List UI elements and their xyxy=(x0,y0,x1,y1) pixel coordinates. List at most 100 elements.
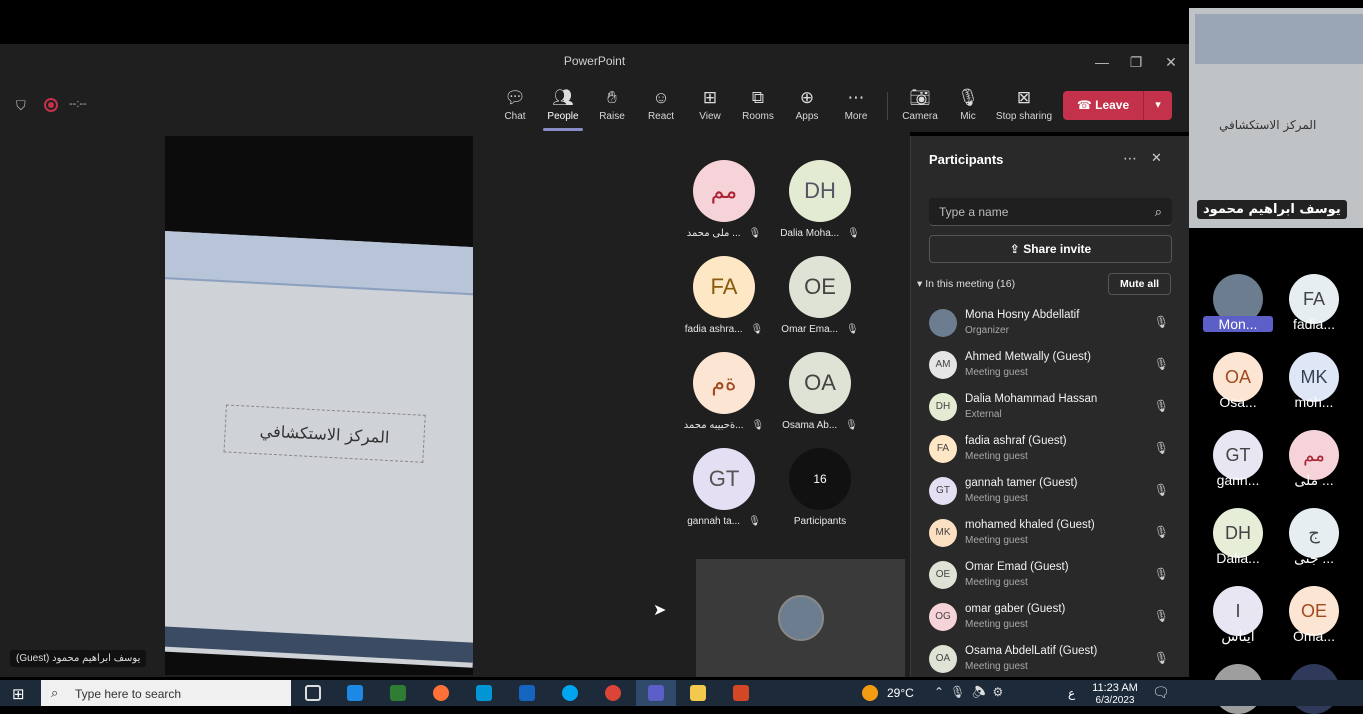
chrome-icon[interactable] xyxy=(605,685,621,701)
participant-tile[interactable]: FA fadia ashra... 🎙︎ xyxy=(676,256,772,335)
mic-off-icon: 🎙︎ xyxy=(1153,609,1169,623)
mic-off-icon: 🎙︎ xyxy=(1153,399,1169,413)
presenter-video: المركز الاستكشافي يوسف ابراهيم محمود xyxy=(1189,8,1363,228)
gallery-tile[interactable]: مم ملى ... xyxy=(1279,430,1349,489)
participant-row[interactable]: DH Dalia Mohammad Hassan External 🎙︎ xyxy=(929,393,1179,435)
windows-taskbar: ⊞ ⌕ Type here to search 29°C ⌃🎙︎🔈︎⚙ ع 11… xyxy=(0,680,1363,706)
mic-button[interactable]: 🎙︎ Mic xyxy=(943,88,993,122)
gallery-tile[interactable]: I ايناس xyxy=(1203,586,1273,645)
gallery-tile[interactable]: OE Oma... xyxy=(1279,586,1349,644)
people-button[interactable]: 👥︎ People xyxy=(538,88,588,131)
more-options-icon[interactable]: ⋯ xyxy=(1123,150,1137,167)
mic-off-icon: 🎙︎ xyxy=(748,516,761,527)
edge-icon[interactable] xyxy=(562,685,578,701)
stop-sharing-button[interactable]: ⊠ Stop sharing xyxy=(994,88,1054,122)
participant-tile[interactable]: مم ملى محمد ... 🎙︎ xyxy=(676,160,772,239)
app-icon[interactable] xyxy=(519,685,535,701)
meeting-section-header[interactable]: ▾ In this meeting (16) xyxy=(917,278,1015,290)
gallery-tile[interactable]: FA fadia... xyxy=(1279,274,1349,332)
more-button[interactable]: ⋯ More xyxy=(831,88,881,122)
window-title-bar: PowerPoint — ❐ ✕ xyxy=(0,44,1189,80)
chat-icon: 💬︎ xyxy=(504,88,526,107)
taskbar-search[interactable]: ⌕ Type here to search xyxy=(41,680,291,706)
search-box[interactable]: Type a name ⌕ xyxy=(929,198,1172,226)
panel-title: Participants xyxy=(929,152,1004,167)
mic-icon: 🎙︎ xyxy=(957,88,979,107)
react-button[interactable]: ☺ React xyxy=(636,88,686,122)
gallery-tile[interactable]: Mon... xyxy=(1203,274,1273,332)
shared-slide: المركز الاستكشافي xyxy=(165,231,473,668)
participant-tile[interactable]: GT gannah ta... 🎙︎ xyxy=(676,448,772,527)
rooms-button[interactable]: ⧉ Rooms xyxy=(733,88,783,122)
participant-row[interactable]: MK mohamed khaled (Guest) Meeting guest 🎙︎ xyxy=(929,519,1179,561)
file-explorer-icon[interactable] xyxy=(690,685,706,701)
participant-tile[interactable]: DH Dalia Moha... 🎙︎ xyxy=(772,160,868,239)
close-window-icon[interactable]: ✕ xyxy=(1161,52,1181,72)
toolbar-divider xyxy=(887,92,888,120)
self-view-tile xyxy=(696,559,905,677)
powerpoint-icon[interactable] xyxy=(733,685,749,701)
participant-row[interactable]: OG omar gaber (Guest) Meeting guest 🎙︎ xyxy=(929,603,1179,645)
participant-tile[interactable]: OA Osama Ab... 🎙︎ xyxy=(772,352,868,431)
participant-row[interactable]: AM Ahmed Metwally (Guest) Meeting guest 🎙︎ xyxy=(929,351,1179,393)
camera-off-icon: 📷︎ xyxy=(909,88,931,107)
search-placeholder: Type a name xyxy=(939,205,1009,219)
share-invite-button[interactable]: ⇪ Share invite xyxy=(929,235,1172,263)
participant-tile[interactable]: OE Omar Ema... 🎙︎ xyxy=(772,256,868,335)
leave-label: Leave xyxy=(1095,98,1130,112)
mic-off-icon: 🎙︎ xyxy=(1153,357,1169,371)
participant-row[interactable]: Mona Hosny Abdellatif Organizer 🎙︎ xyxy=(929,309,1179,351)
mic-off-icon: 🎙︎ xyxy=(845,420,858,431)
participant-row[interactable]: FA fadia ashraf (Guest) Meeting guest 🎙︎ xyxy=(929,435,1179,477)
participant-row[interactable]: GT gannah tamer (Guest) Meeting guest 🎙︎ xyxy=(929,477,1179,519)
windows-start-icon[interactable]: ⊞ xyxy=(12,685,25,703)
mouse-cursor-icon: ➤ xyxy=(653,602,667,619)
chevron-down-icon[interactable]: ▾ xyxy=(1143,91,1172,120)
mic-off-icon: 🎙︎ xyxy=(1153,441,1169,455)
gallery-tile[interactable]: DH Dalia... xyxy=(1203,508,1273,566)
gallery-tile[interactable]: GT gann... xyxy=(1203,430,1273,488)
mic-off-icon: 🎙︎ xyxy=(748,228,762,239)
people-icon: 👥︎ xyxy=(552,88,574,107)
clock[interactable]: 11:23 AM 6/3/2023 xyxy=(1092,682,1138,706)
window-title: PowerPoint xyxy=(563,54,626,68)
notification-icon[interactable]: 🗨︎ xyxy=(1152,684,1170,701)
language-indicator[interactable]: ع xyxy=(1068,686,1075,700)
chevron-down-icon: ▾ xyxy=(917,278,923,290)
presenter-label: (Guest) يوسف ابراهيم محمود xyxy=(10,650,147,667)
camera-button[interactable]: 📷︎ Camera xyxy=(895,88,945,122)
search-icon: ⌕ xyxy=(51,685,59,700)
excel-icon[interactable] xyxy=(390,685,406,701)
leave-button[interactable]: ☎ Leave ▾ xyxy=(1063,91,1172,120)
avatar: FA xyxy=(929,435,957,463)
teams-taskbar-item[interactable] xyxy=(636,680,676,706)
participant-tile[interactable]: ةم ةحبيبه محمد... 🎙︎ xyxy=(676,352,772,431)
participants-overflow-tile[interactable]: 16 Participants xyxy=(772,448,868,527)
mic-off-icon: 🎙︎ xyxy=(845,324,859,335)
app-icon[interactable] xyxy=(347,685,363,701)
meeting-timer: --:-- xyxy=(69,98,87,110)
task-view-icon[interactable] xyxy=(305,685,321,701)
close-panel-icon[interactable]: ✕ xyxy=(1151,150,1162,166)
app-icon[interactable] xyxy=(476,685,492,701)
firefox-icon[interactable] xyxy=(433,685,449,701)
mic-off-icon: 🎙︎ xyxy=(1153,651,1169,665)
rooms-icon: ⧉ xyxy=(751,88,765,107)
mic-off-icon: 🎙︎ xyxy=(847,228,860,239)
mute-all-button[interactable]: Mute all xyxy=(1108,273,1171,295)
chat-button[interactable]: 💬︎ Chat xyxy=(490,88,540,122)
apps-icon: ⊕ xyxy=(799,88,815,107)
restore-icon[interactable]: ❐ xyxy=(1126,52,1146,72)
raise-hand-icon: ✋︎ xyxy=(607,88,617,107)
raise-hand-button[interactable]: ✋︎ Raise xyxy=(587,88,637,122)
gallery-tile[interactable]: MK moh... xyxy=(1279,352,1349,410)
mic-on-icon: 🎙︎ xyxy=(1153,315,1169,329)
view-button[interactable]: ⊞ View xyxy=(685,88,735,122)
apps-button[interactable]: ⊕ Apps xyxy=(782,88,832,122)
mic-off-icon: 🎙︎ xyxy=(750,324,764,335)
system-tray-icons[interactable]: ⌃🎙︎🔈︎⚙ xyxy=(934,685,1009,699)
minimize-icon[interactable]: — xyxy=(1092,52,1112,72)
gallery-tile[interactable]: ج جنى ... xyxy=(1279,508,1349,567)
participant-row[interactable]: OE Omar Emad (Guest) Meeting guest 🎙︎ xyxy=(929,561,1179,603)
gallery-tile[interactable]: OA Osa... xyxy=(1203,352,1273,410)
